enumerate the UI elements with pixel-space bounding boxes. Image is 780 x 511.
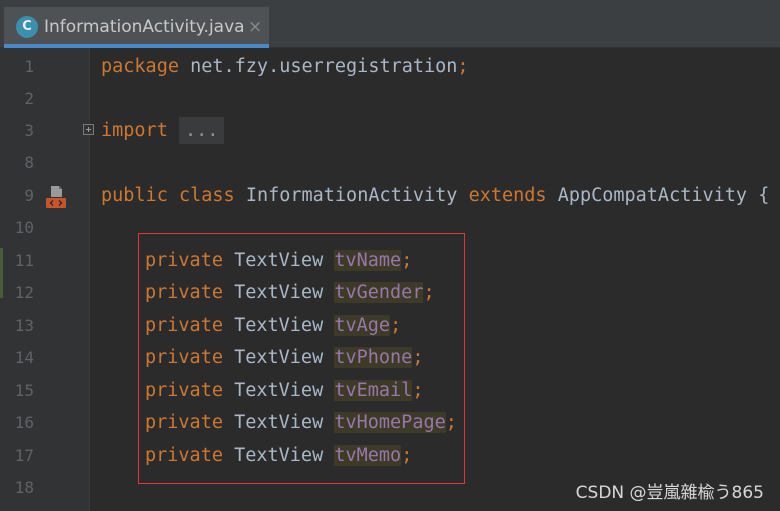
keyword: private [145,445,223,466]
line-number: 12 [14,283,34,302]
code-line[interactable]: 2 [0,83,780,115]
code-text: private TextView tvGender; [145,277,435,309]
keyword: public [101,185,168,206]
field-name: tvName [334,250,402,271]
code-line[interactable]: 15 private TextView tvEmail; [0,375,780,407]
keyword: private [145,412,223,433]
fold-expand-icon[interactable] [83,124,94,135]
field-type: TextView [234,315,324,336]
code-text: private TextView tvHomePage; [145,407,457,439]
code-line[interactable]: 1 package net.fzy.userregistration; [0,51,780,83]
line-number: 1 [24,57,34,76]
field-name: tvGender [334,282,424,303]
layout-file-icon[interactable] [45,185,67,209]
field-type: TextView [234,250,324,271]
semicolon: ; [390,315,402,336]
line-number: 16 [14,413,34,432]
field-type: TextView [234,412,324,433]
code-text: private TextView tvEmail; [145,375,423,407]
code-line[interactable]: 10 [0,212,780,244]
line-number: 13 [14,316,34,335]
field-name: tvPhone [334,347,413,368]
code-text: public class InformationActivity extends… [101,180,769,212]
field-name: tvAge [334,315,391,336]
semicolon: ; [457,56,469,77]
semicolon: ; [412,380,424,401]
line-number: 14 [14,348,34,367]
semicolon: ; [412,347,424,368]
semicolon: ; [423,282,435,303]
line-number: 18 [14,478,34,497]
folded-imports[interactable]: ... [178,117,225,144]
keyword: private [145,282,223,303]
class-name: InformationActivity [245,185,458,206]
close-icon[interactable]: × [248,16,262,38]
line-number: 15 [14,381,34,400]
code-line[interactable]: 9 public class InformationActivity exten… [0,180,780,212]
line-number: 9 [24,186,34,205]
line-number: 10 [14,218,34,237]
code-line[interactable]: 11 private TextView tvName; [0,245,780,277]
code-text: package net.fzy.userregistration; [101,51,469,83]
line-number: 11 [14,251,34,270]
java-class-icon: C [16,16,38,38]
keyword: private [145,315,223,336]
field-type: TextView [234,445,324,466]
code-line[interactable]: 13 private TextView tvAge; [0,310,780,342]
field-type: TextView [234,282,324,303]
brace: { [758,185,770,206]
tab-information-activity[interactable]: C InformationActivity.java × [4,7,269,48]
line-number: 8 [24,153,34,172]
line-number: 2 [24,89,34,108]
code-text: import ... [101,115,225,147]
tab-title: InformationActivity.java [44,17,245,37]
code-editor[interactable]: 1 package net.fzy.userregistration; 2 3 … [0,48,780,511]
keyword: class [178,185,235,206]
line-number: 3 [24,121,34,140]
field-name: tvEmail [334,380,413,401]
code-line[interactable]: 16 private TextView tvHomePage; [0,407,780,439]
field-type: TextView [234,347,324,368]
field-name: tvHomePage [334,412,446,433]
keyword: private [145,380,223,401]
semicolon: ; [445,412,457,433]
field-type: TextView [234,380,324,401]
code-text: private TextView tvAge; [145,310,401,342]
editor-tab-bar: C InformationActivity.java × [0,0,780,48]
line-number: 17 [14,446,34,465]
code-text: private TextView tvMemo; [145,440,412,472]
semicolon: ; [401,445,413,466]
keyword: package [101,56,179,77]
code-line[interactable]: 3 import ... [0,115,780,147]
watermark: CSDN @豈嵐雜楡う865 [575,483,764,503]
code-line[interactable]: 8 [0,147,780,179]
code-line[interactable]: 17 private TextView tvMemo; [0,440,780,472]
code-text: private TextView tvName; [145,245,412,277]
parent-class: AppCompatActivity [557,185,748,206]
keyword: extends [468,185,547,206]
keyword: private [145,347,223,368]
package-name: net.fzy.userregistration [190,56,458,77]
keyword: private [145,250,223,271]
code-line[interactable]: 14 private TextView tvPhone; [0,342,780,374]
field-name: tvMemo [334,445,402,466]
keyword: import [101,120,168,141]
code-line[interactable]: 12 private TextView tvGender; [0,277,780,309]
code-text: private TextView tvPhone; [145,342,423,374]
semicolon: ; [401,250,413,271]
